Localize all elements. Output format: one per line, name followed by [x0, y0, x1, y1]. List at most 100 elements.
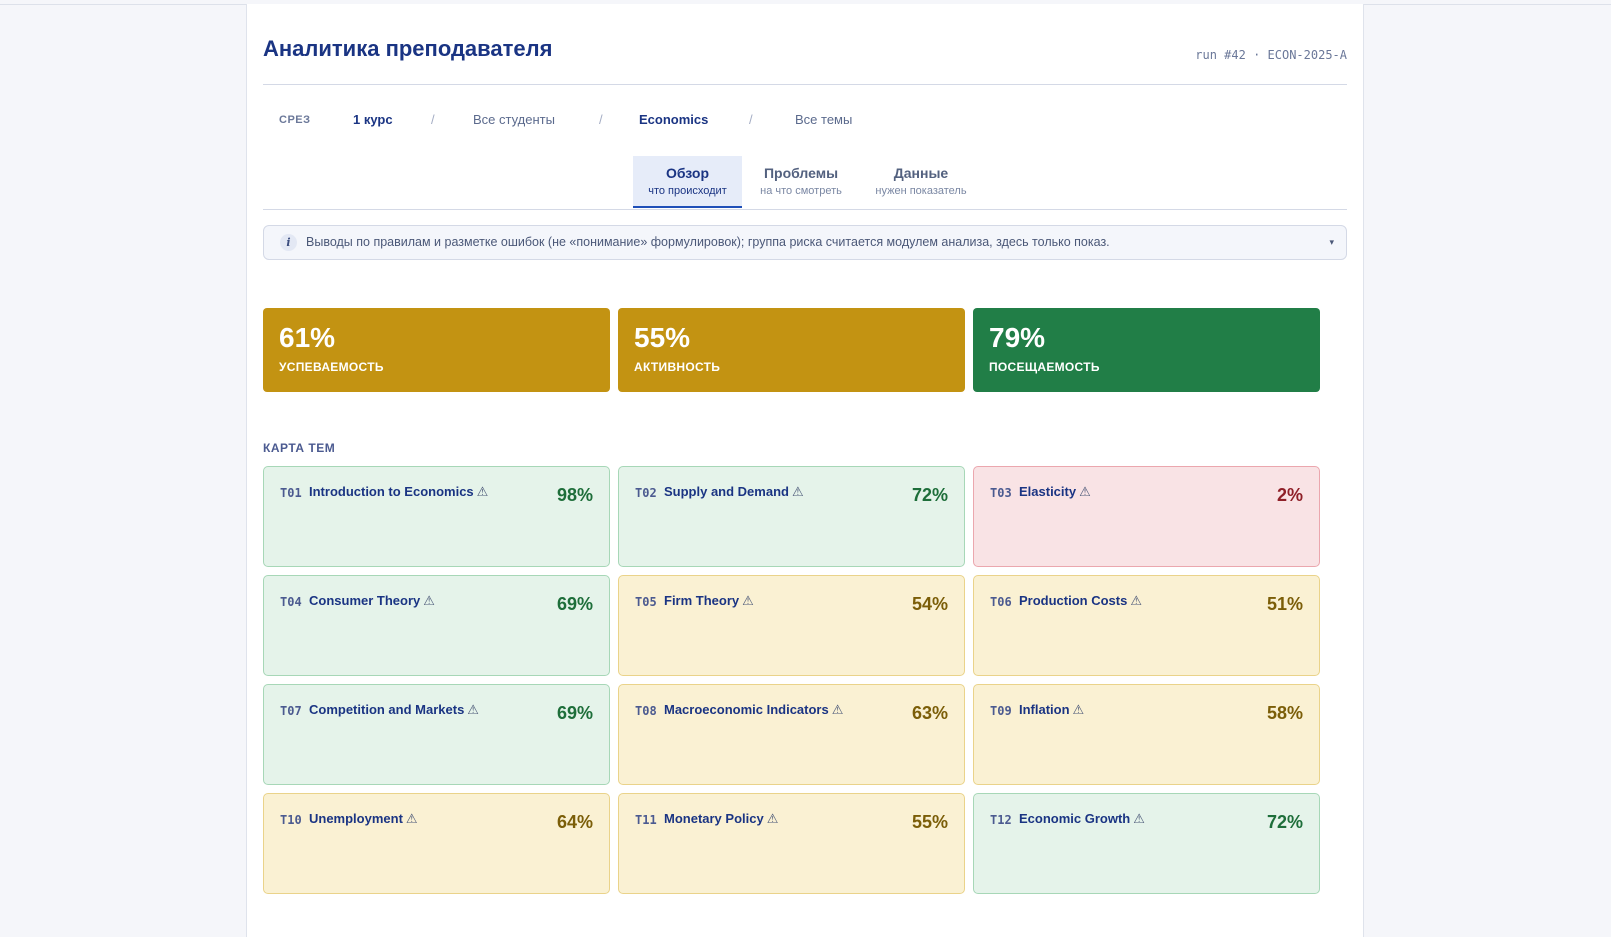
topic-id: T07 — [280, 704, 302, 718]
info-banner[interactable]: i Выводы по правилам и разметке ошибок (… — [263, 225, 1347, 260]
topic-card[interactable]: T05 Firm Theory ⚠ 54% — [618, 575, 965, 676]
tab-label: Данные — [893, 165, 949, 181]
topic-card[interactable]: T07 Competition and Markets ⚠ 69% — [263, 684, 610, 785]
topic-score: 98% — [556, 485, 593, 505]
warning-icon: ⚠ — [467, 702, 479, 717]
topic-name-wrap: Economic Growth ⚠ — [1019, 811, 1145, 827]
topic-score: 63% — [911, 703, 948, 723]
topic-score: 55% — [911, 812, 948, 832]
topic-id: T11 — [635, 813, 657, 827]
topic-score: 72% — [911, 485, 948, 505]
breadcrumb-separator: / — [599, 112, 603, 127]
topic-name: Inflation — [1019, 702, 1070, 717]
tab-problems[interactable]: Проблемы на что смотреть — [750, 156, 852, 208]
tab-label: Проблемы — [763, 165, 839, 181]
warning-icon: ⚠ — [1130, 593, 1142, 608]
topic-name: Firm Theory — [664, 593, 740, 608]
topic-id: T04 — [280, 595, 302, 609]
topic-name-wrap: Inflation ⚠ — [1019, 702, 1084, 718]
filter-breadcrumb: СРЕЗ 1 курс / Все студенты / Economics /… — [263, 112, 1347, 132]
topic-name: Production Costs — [1019, 593, 1128, 608]
topic-id: T06 — [990, 595, 1012, 609]
breadcrumb-separator: / — [431, 112, 435, 127]
topic-name: Introduction to Economics — [309, 484, 474, 499]
topic-name-wrap: Unemployment ⚠ — [309, 811, 418, 827]
topic-name: Macroeconomic Indicators — [664, 702, 829, 717]
topic-id: T01 — [280, 486, 302, 500]
topic-card[interactable]: T10 Unemployment ⚠ 64% — [263, 793, 610, 894]
warning-icon: ⚠ — [1072, 702, 1085, 717]
topic-name-wrap: Supply and Demand ⚠ — [664, 484, 804, 500]
topic-name-wrap: Production Costs ⚠ — [1019, 593, 1142, 609]
filter-subject[interactable]: Economics — [639, 112, 708, 127]
topic-name: Supply and Demand — [664, 484, 789, 499]
topic-name-wrap: Elasticity ⚠ — [1019, 484, 1091, 500]
kpi-label: АКТИВНОСТЬ — [634, 360, 721, 374]
slice-label: СРЕЗ — [279, 114, 311, 126]
topic-card[interactable]: T01 Introduction to Economics ⚠ 98% — [263, 466, 610, 567]
topic-card[interactable]: T08 Macroeconomic Indicators ⚠ 63% — [618, 684, 965, 785]
tab-sublabel: нужен показатель — [875, 185, 967, 197]
topic-name: Elasticity — [1019, 484, 1077, 499]
warning-icon: ⚠ — [1133, 811, 1145, 826]
topic-name: Consumer Theory — [309, 593, 421, 608]
warning-icon: ⚠ — [791, 484, 804, 499]
topic-name: Competition and Markets — [309, 702, 465, 717]
tab-data[interactable]: Данные нужен показатель — [863, 156, 979, 208]
topic-id: T12 — [990, 813, 1012, 827]
topic-name-wrap: Introduction to Economics ⚠ — [309, 484, 488, 500]
info-icon: i — [280, 234, 297, 251]
topic-card[interactable]: T11 Monetary Policy ⚠ 55% — [618, 793, 965, 894]
topic-card[interactable]: T12 Economic Growth ⚠ 72% — [973, 793, 1320, 894]
topic-card[interactable]: T09 Inflation ⚠ 58% — [973, 684, 1320, 785]
topic-name: Monetary Policy — [664, 811, 764, 826]
topic-score: 69% — [556, 703, 593, 723]
view-tabs: Обзор что происходит Проблемы на что смо… — [263, 156, 1347, 210]
topic-score: 2% — [1276, 485, 1303, 505]
warning-icon: ⚠ — [831, 702, 844, 717]
tab-sublabel: на что смотреть — [760, 185, 842, 197]
topic-id: T05 — [635, 595, 657, 609]
breadcrumb-separator: / — [749, 112, 753, 127]
topic-score: 51% — [1266, 594, 1303, 614]
info-text: Выводы по правилам и разметке ошибок (не… — [306, 235, 1110, 249]
topic-id: T03 — [990, 486, 1012, 500]
kpi-value: 55% — [634, 322, 691, 353]
topic-name-wrap: Macroeconomic Indicators ⚠ — [664, 702, 843, 718]
topic-card[interactable]: T03 Elasticity ⚠ 2% — [973, 466, 1320, 567]
filter-topics[interactable]: Все темы — [795, 112, 852, 127]
tab-label: Обзор — [665, 165, 710, 181]
warning-icon: ⚠ — [423, 593, 435, 608]
kpi-label: ПОСЕЩАЕМОСТЬ — [989, 360, 1100, 374]
filter-students[interactable]: Все студенты — [473, 112, 555, 127]
topic-name-wrap: Firm Theory ⚠ — [664, 593, 754, 609]
kpi-row: 61% УСПЕВАЕМОСТЬ 55% АКТИВНОСТЬ 79% ПОСЕ… — [263, 308, 1347, 392]
chevron-down-icon[interactable]: ▾ — [1329, 237, 1334, 248]
warning-icon: ⚠ — [1079, 484, 1091, 499]
kpi-label: УСПЕВАЕМОСТЬ — [279, 360, 384, 374]
topic-card[interactable]: T06 Production Costs ⚠ 51% — [973, 575, 1320, 676]
topic-card[interactable]: T04 Consumer Theory ⚠ 69% — [263, 575, 610, 676]
tab-overview[interactable]: Обзор что происходит — [633, 156, 742, 208]
warning-icon: ⚠ — [742, 593, 754, 608]
topic-name-wrap: Consumer Theory ⚠ — [309, 593, 435, 609]
topic-name-wrap: Competition and Markets ⚠ — [309, 702, 479, 718]
kpi-activity: 55% АКТИВНОСТЬ — [618, 308, 965, 392]
main-panel: Аналитика преподавателя run #42 · ECON-2… — [246, 4, 1364, 937]
warning-icon: ⚠ — [766, 811, 779, 826]
warning-icon: ⚠ — [476, 484, 489, 499]
topic-id: T08 — [635, 704, 657, 718]
kpi-performance: 61% УСПЕВАЕМОСТЬ — [263, 308, 610, 392]
filter-course[interactable]: 1 курс — [353, 112, 393, 127]
topic-score: 64% — [556, 812, 593, 832]
kpi-attendance: 79% ПОСЕЩАЕМОСТЬ — [973, 308, 1320, 392]
topic-score: 69% — [556, 594, 593, 614]
warning-icon: ⚠ — [405, 811, 418, 826]
kpi-value: 79% — [989, 322, 1046, 353]
topic-score: 72% — [1266, 812, 1303, 832]
page-title: Аналитика преподавателя — [263, 36, 553, 61]
run-id: run #42 · ECON-2025-A — [1195, 48, 1347, 62]
kpi-value: 61% — [279, 322, 336, 353]
page-header: Аналитика преподавателя run #42 · ECON-2… — [263, 4, 1347, 85]
topic-card[interactable]: T02 Supply and Demand ⚠ 72% — [618, 466, 965, 567]
